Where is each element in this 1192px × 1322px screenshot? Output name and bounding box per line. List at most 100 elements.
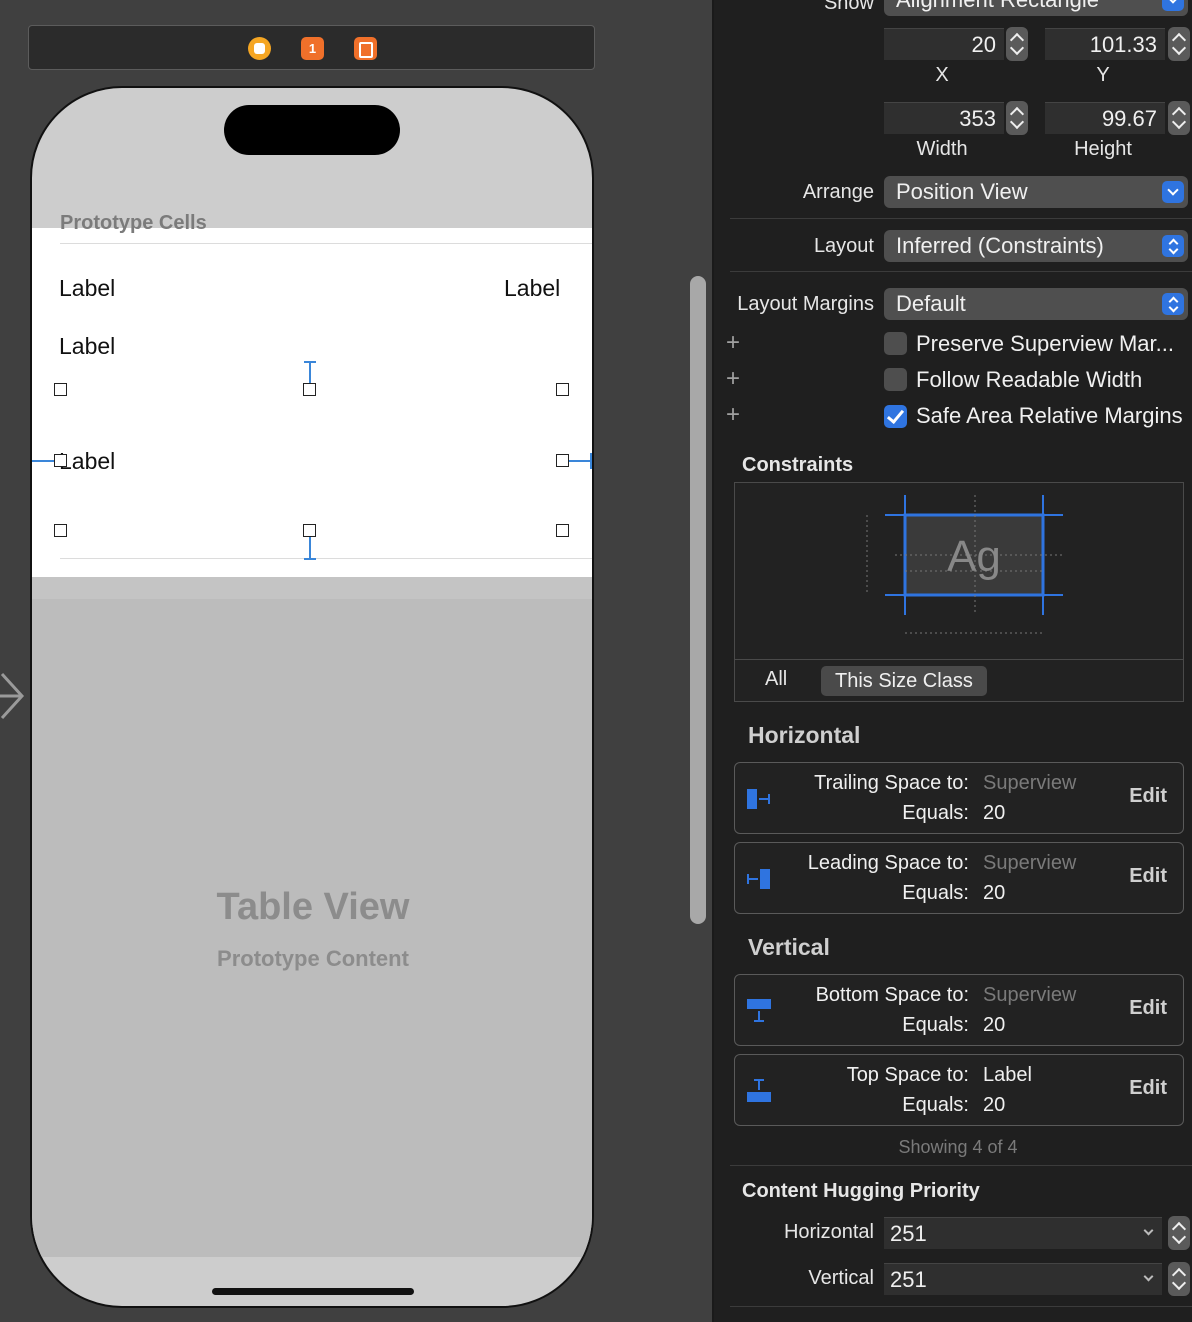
up-down-arrows-icon (1162, 293, 1184, 315)
constraint-row-bottom[interactable]: Bottom Space to: Superview Equals: 20 Ed… (734, 974, 1184, 1046)
constraint-key: Bottom Space to: (815, 984, 969, 1006)
constraint-value: 20 (983, 882, 1006, 904)
cell-label[interactable]: Label (59, 275, 115, 302)
hugging-horizontal-value: 251 (890, 1221, 927, 1246)
safe-area-relative-margins-checkbox[interactable] (884, 405, 907, 428)
separator (730, 271, 1192, 272)
plus-icon[interactable]: + (726, 365, 740, 393)
resize-handle[interactable] (54, 524, 67, 537)
constraint-row-top[interactable]: Top Space to: Label Equals: 20 Edit (734, 1054, 1184, 1126)
preserve-superview-margins-label[interactable]: Preserve Superview Mar... (916, 331, 1174, 357)
edit-button[interactable]: Edit (1129, 785, 1167, 808)
y-caption: Y (1096, 64, 1110, 86)
hugging-vertical-field[interactable]: 251 (884, 1263, 1162, 1295)
plus-icon[interactable]: + (726, 329, 740, 357)
bottom-constraint-cap (304, 558, 316, 560)
cell-label[interactable]: Label (59, 333, 115, 360)
equals-label: Equals: (902, 802, 969, 824)
preview-glyph: Ag (947, 532, 1001, 581)
constraints-title: Constraints (742, 454, 854, 476)
x-stepper[interactable] (1006, 27, 1028, 61)
cell-separator (60, 243, 592, 244)
arrange-label: Arrange (802, 181, 874, 203)
x-field[interactable]: 20 (884, 28, 1004, 60)
bottom-constraint-line[interactable] (309, 534, 311, 560)
table-view-title: Table View (216, 886, 410, 928)
constraint-value: 20 (983, 1094, 1006, 1116)
layout-popup[interactable]: Inferred (Constraints) (884, 230, 1188, 262)
tab-this-size-class[interactable]: This Size Class (821, 666, 987, 696)
layout-label: Layout (813, 235, 874, 257)
layout-value: Inferred (Constraints) (896, 233, 1104, 258)
arrange-value: Position View (896, 179, 1028, 204)
tab-all[interactable]: All (765, 668, 787, 691)
resize-handle[interactable] (303, 383, 316, 396)
resize-handle[interactable] (556, 524, 569, 537)
selected-cell-label[interactable]: Label (59, 448, 115, 475)
constraint-row-leading[interactable]: Leading Space to: Superview Equals: 20 E… (734, 842, 1184, 914)
view-controller-icon[interactable] (248, 37, 271, 60)
content-hugging-title: Content Hugging Priority (742, 1180, 980, 1202)
edit-button[interactable]: Edit (1129, 1077, 1167, 1100)
resize-handle[interactable] (54, 454, 67, 467)
resize-handle[interactable] (54, 383, 67, 396)
separator (730, 218, 1192, 219)
show-value: Alignment Rectangle (896, 0, 1099, 12)
cell-label[interactable]: Label (504, 275, 560, 302)
dynamic-island (224, 105, 400, 155)
hugging-horizontal-stepper[interactable] (1168, 1216, 1190, 1250)
chevron-down-icon[interactable] (1143, 1271, 1154, 1282)
edit-button[interactable]: Edit (1129, 865, 1167, 888)
height-stepper[interactable] (1168, 101, 1190, 135)
storyboard-canvas[interactable]: 1 Prototype Cells Label Label Label Labe… (0, 0, 684, 1322)
separator (730, 1165, 1192, 1166)
show-popup[interactable]: Alignment Rectangle (884, 0, 1188, 16)
size-inspector: Show Alignment Rectangle 20 101.33 X Y 3… (714, 0, 1192, 1322)
constraint-value: 20 (983, 1014, 1006, 1036)
arrange-popup[interactable]: Position View (884, 176, 1188, 208)
constraint-row-trailing[interactable]: Trailing Space to: Superview Equals: 20 … (734, 762, 1184, 834)
hugging-horizontal-label: Horizontal (783, 1221, 874, 1243)
width-stepper[interactable] (1006, 101, 1028, 135)
table-separator-strip (32, 577, 592, 599)
constraints-diagram: Ag (866, 495, 1065, 634)
showing-count: Showing 4 of 4 (898, 1137, 1018, 1157)
leading-space-icon (747, 869, 770, 889)
y-field[interactable]: 101.33 (1045, 28, 1165, 60)
chevron-down-icon[interactable] (1143, 1225, 1154, 1236)
hugging-horizontal-field[interactable]: 251 (884, 1217, 1162, 1249)
canvas-scrollbar[interactable] (690, 276, 706, 924)
preserve-superview-margins-checkbox[interactable] (884, 332, 907, 355)
chevron-down-icon (1162, 0, 1184, 11)
separator (730, 1306, 1192, 1307)
exit-icon[interactable] (354, 37, 377, 60)
constraint-target: Superview (983, 984, 1077, 1006)
edit-button[interactable]: Edit (1129, 997, 1167, 1020)
resize-handle[interactable] (556, 454, 569, 467)
bottom-space-icon (747, 999, 771, 1022)
equals-label: Equals: (902, 1094, 969, 1116)
safe-area-relative-margins-label[interactable]: Safe Area Relative Margins (916, 403, 1183, 429)
resize-handle[interactable] (556, 383, 569, 396)
cell-separator (60, 558, 592, 559)
height-field[interactable]: 99.67 (1045, 102, 1165, 134)
layout-margins-popup[interactable]: Default (884, 288, 1188, 320)
constraint-key: Top Space to: (846, 1064, 969, 1086)
constraint-target: Label (983, 1064, 1032, 1086)
constraint-key: Leading Space to: (807, 852, 969, 874)
top-constraint-cap (304, 361, 316, 363)
entry-point-arrow-icon[interactable] (0, 672, 28, 720)
follow-readable-width-checkbox[interactable] (884, 368, 907, 391)
table-view-subtitle: Prototype Content (217, 946, 409, 971)
constraint-value: 20 (983, 802, 1006, 824)
scene-dock: 1 (28, 25, 595, 70)
plus-icon[interactable]: + (726, 401, 740, 429)
width-field[interactable]: 353 (884, 102, 1004, 134)
hugging-vertical-stepper[interactable] (1168, 1262, 1190, 1296)
resize-handle[interactable] (303, 524, 316, 537)
layout-margins-label: Layout Margins (737, 293, 874, 315)
vertical-title: Vertical (748, 934, 830, 960)
follow-readable-width-label[interactable]: Follow Readable Width (916, 367, 1142, 393)
y-stepper[interactable] (1168, 27, 1190, 61)
first-responder-icon[interactable]: 1 (301, 37, 324, 60)
